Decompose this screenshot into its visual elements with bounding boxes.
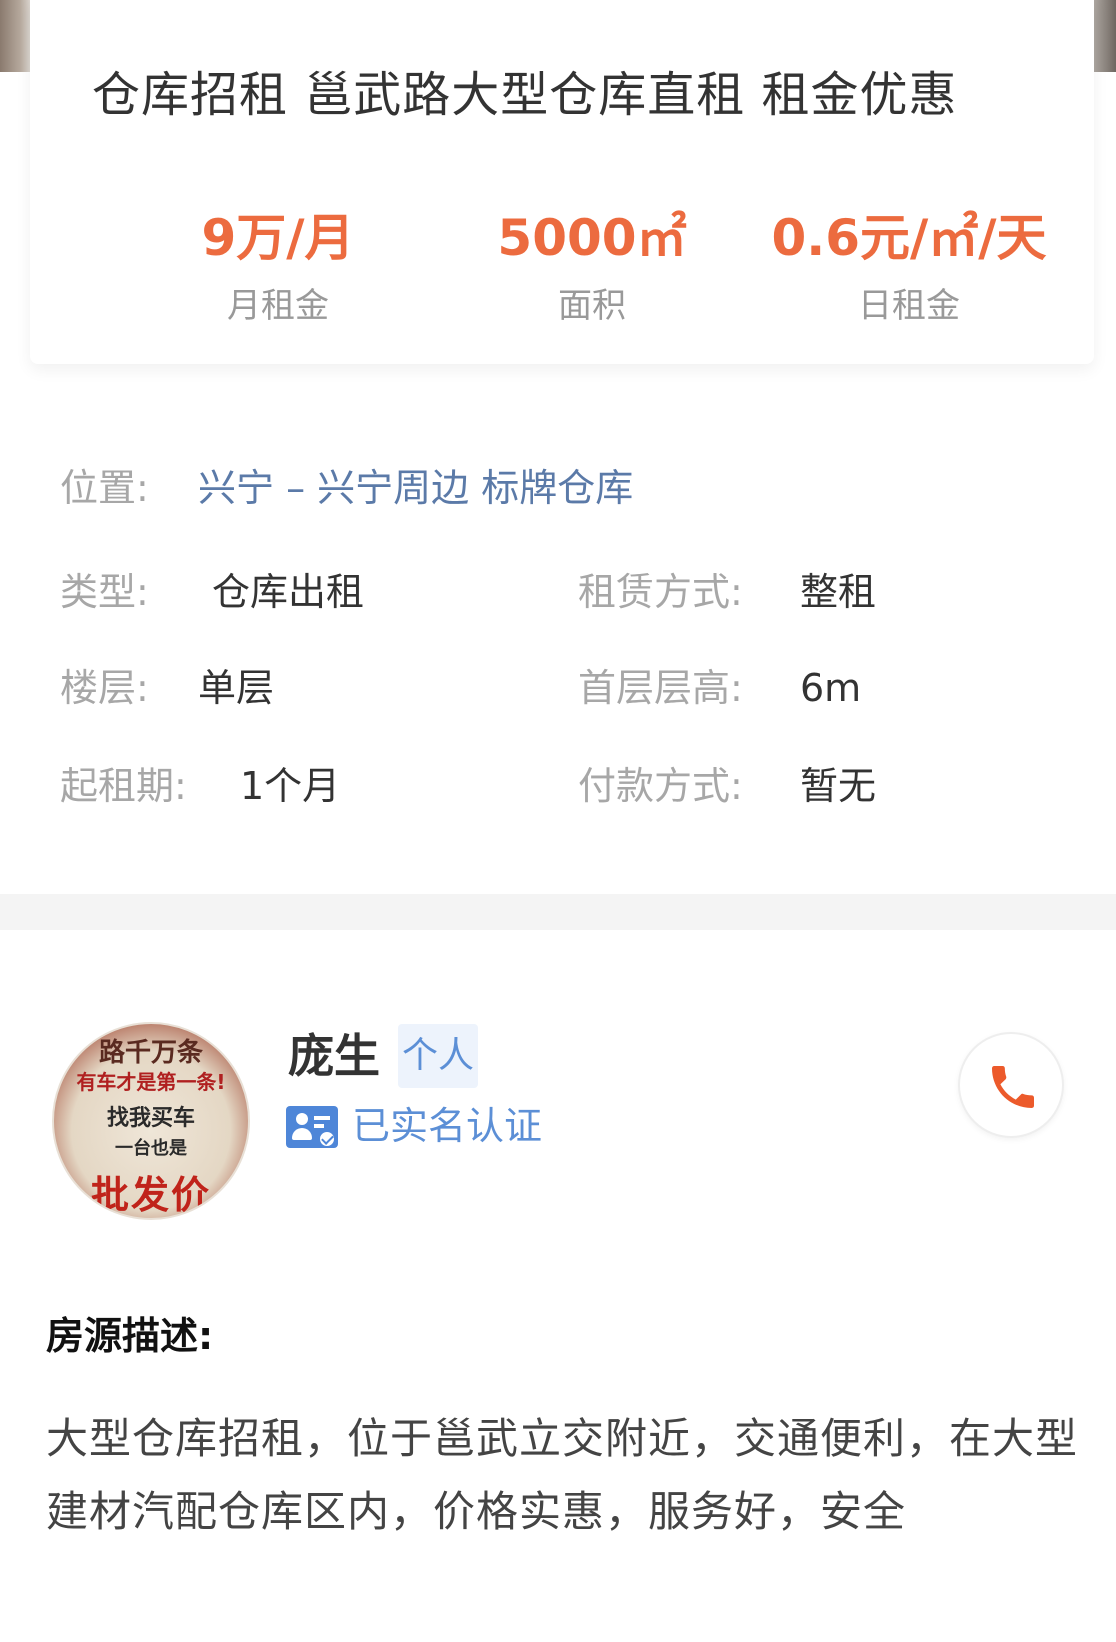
call-button[interactable] xyxy=(958,1032,1064,1138)
detail-type-label: 类型: xyxy=(60,570,149,614)
stat-area-value: 5000㎡ xyxy=(497,209,687,267)
detail-payment-label: 付款方式: xyxy=(578,764,743,808)
listing-summary-card: 仓库招租 邕武路大型仓库直租 租金优惠 9万/月 月租金 5000㎡ 面积 0.… xyxy=(30,0,1094,364)
stat-daily-rent-label: 日租金 xyxy=(858,286,960,326)
detail-lease-mode-value: 整租 xyxy=(800,570,877,614)
avatar-text-line: 有车才是第一条! xyxy=(76,1070,226,1094)
owner-name: 庞生 xyxy=(288,1029,380,1083)
detail-location-label: 位置: xyxy=(60,466,149,510)
detail-row-floor: 楼层: 单层 首层层高: 6m xyxy=(0,660,1116,716)
stat-daily-rent: 0.6元/㎡/天 日租金 xyxy=(749,206,1069,328)
detail-min-term-label: 起租期: xyxy=(60,764,187,808)
stat-area: 5000㎡ 面积 xyxy=(432,206,752,328)
detail-floor-value: 单层 xyxy=(198,666,275,710)
detail-payment-value: 暂无 xyxy=(800,764,877,808)
description-heading: 房源描述: xyxy=(46,1314,214,1358)
detail-min-term-value: 1个月 xyxy=(240,764,341,808)
id-card-check-icon xyxy=(286,1106,338,1148)
phone-icon xyxy=(992,1066,1034,1108)
detail-row-type: 类型: 仓库出租 租赁方式: 整租 xyxy=(0,564,1116,620)
detail-location-row: 位置: 兴宁 – 兴宁周边 标牌仓库 xyxy=(0,460,1116,516)
section-divider xyxy=(0,894,1116,930)
owner-avatar[interactable]: 路千万条 有车才是第一条! 找我买车 一台也是 批发价 xyxy=(52,1022,250,1220)
stat-monthly-rent: 9万/月 月租金 xyxy=(118,206,438,328)
description-body: 大型仓库招租，位于邕武立交附近，交通便利，在大型建材汽配仓库区内，价格实惠，服务… xyxy=(46,1414,1079,1536)
owner-type-badge: 个人 xyxy=(398,1024,479,1088)
detail-floor-label: 楼层: xyxy=(60,666,149,710)
verified-text: 已实名认证 xyxy=(352,1104,543,1148)
detail-location-link[interactable]: 兴宁 – 兴宁周边 标牌仓库 xyxy=(198,460,633,516)
detail-ground-height-label: 首层层高: xyxy=(578,666,743,710)
stat-monthly-rent-label: 月租金 xyxy=(227,286,329,326)
avatar-text-line: 批发价 xyxy=(90,1173,211,1217)
avatar-text-line: 路千万条 xyxy=(98,1038,203,1068)
detail-type-value: 仓库出租 xyxy=(212,570,365,614)
detail-row-term: 起租期: 1个月 付款方式: 暂无 xyxy=(0,758,1116,814)
stat-monthly-rent-value: 9万/月 xyxy=(201,209,355,267)
stat-daily-rent-value: 0.6元/㎡/天 xyxy=(771,209,1047,267)
detail-lease-mode-label: 租赁方式: xyxy=(578,570,743,614)
stat-area-label: 面积 xyxy=(558,286,626,326)
avatar-text-line: 找我买车 xyxy=(106,1106,195,1131)
detail-ground-height-value: 6m xyxy=(800,666,862,710)
avatar-text-line: 一台也是 xyxy=(115,1138,187,1159)
listing-title: 仓库招租 邕武路大型仓库直租 租金优惠 xyxy=(92,67,958,123)
